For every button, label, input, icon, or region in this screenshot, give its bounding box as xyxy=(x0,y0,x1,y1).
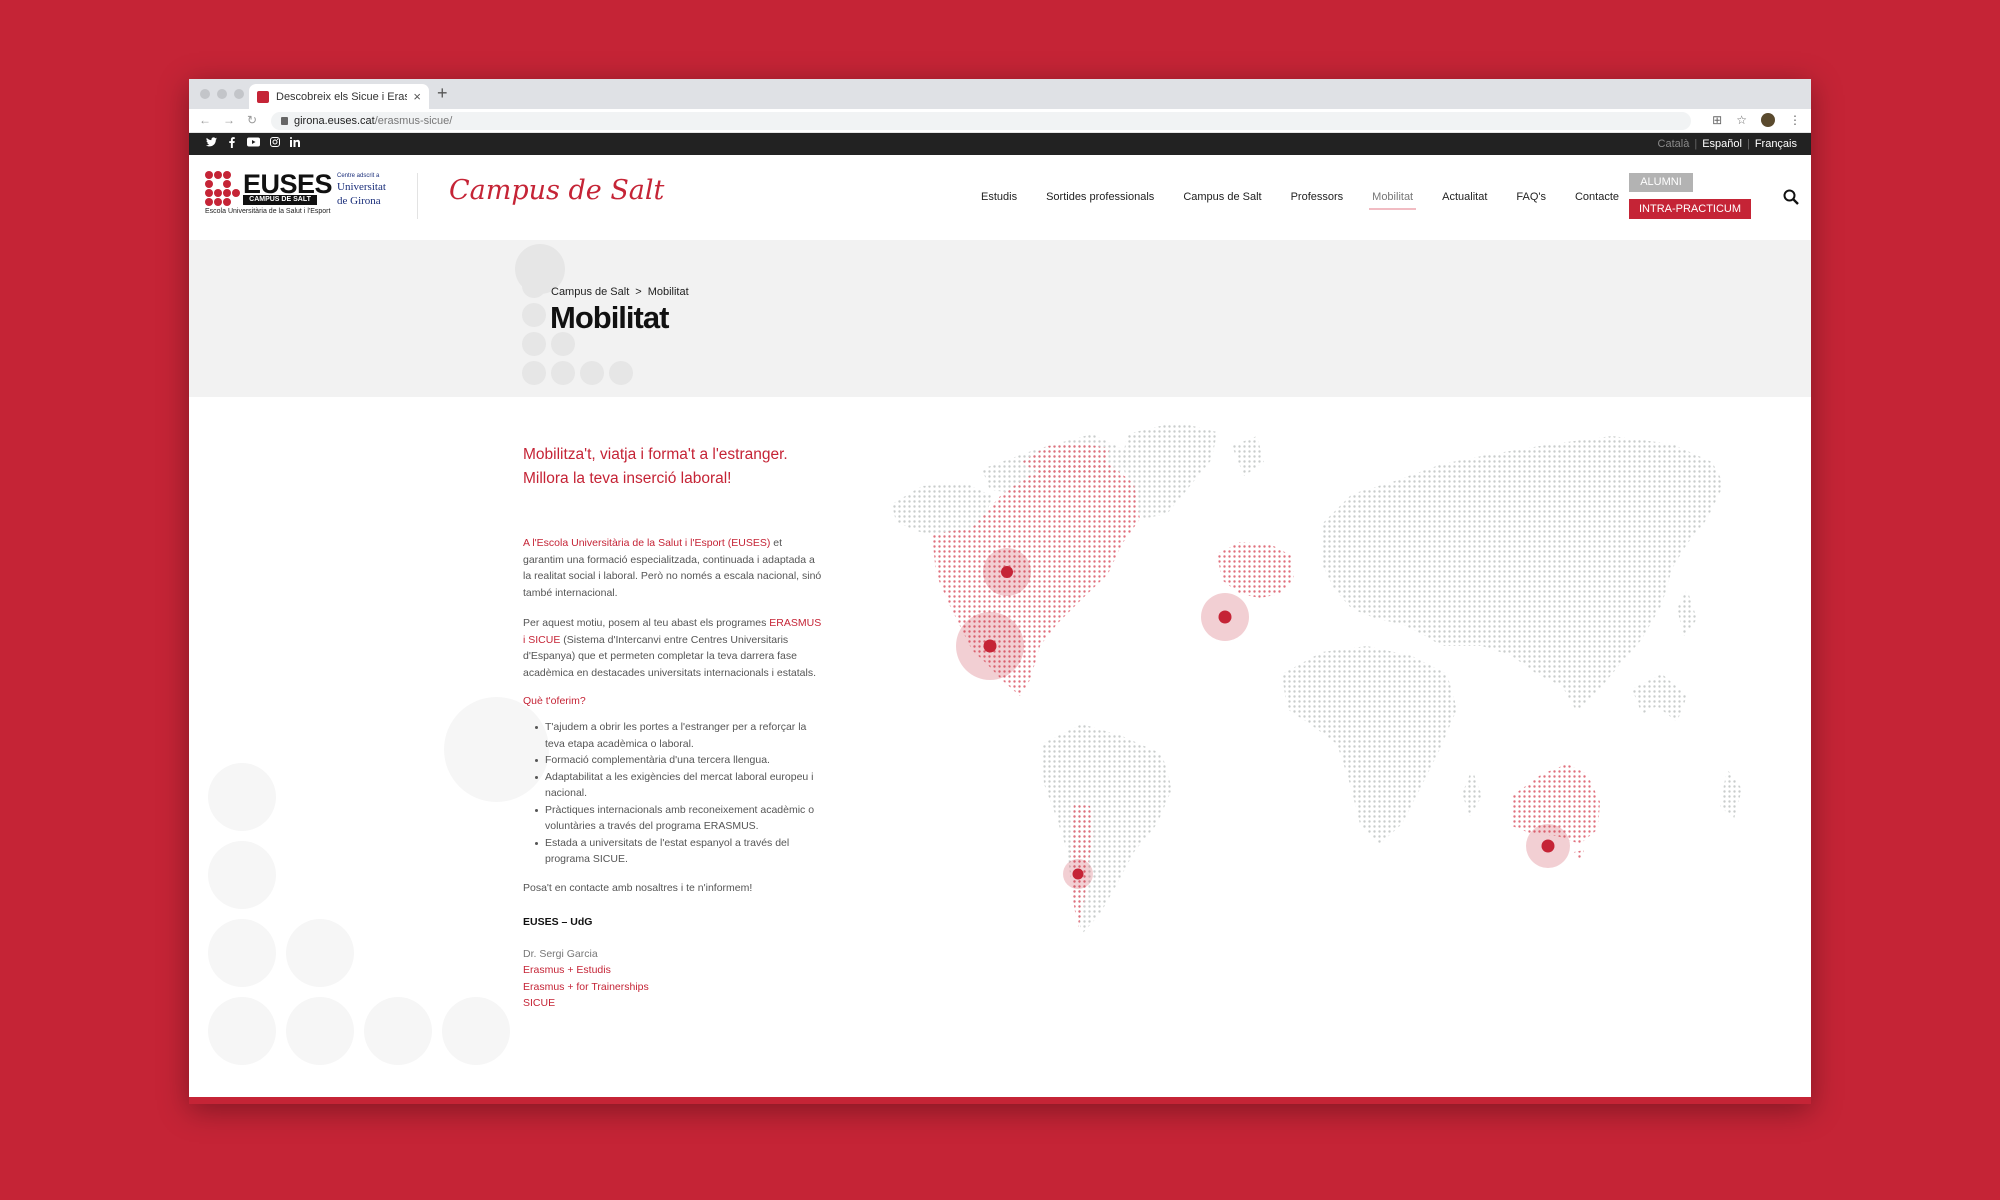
list-item: T'ajudem a obrir les portes a l'estrange… xyxy=(531,719,823,752)
footer-band xyxy=(189,1097,1811,1104)
page-title: Mobilitat xyxy=(550,300,669,335)
browser-menu-icon[interactable]: ⋮ xyxy=(1789,113,1801,127)
offers-heading: Què t'oferim? xyxy=(523,695,586,707)
page-hero: Campus de Salt > Mobilitat Mobilitat xyxy=(189,240,1811,397)
twitter-icon[interactable] xyxy=(206,137,217,151)
euses-dots-icon xyxy=(205,171,240,206)
udg-line2: de Girona xyxy=(337,195,381,207)
intra-practicum-button[interactable]: INTRA-PRACTICUM xyxy=(1629,199,1751,219)
site-header: EUSES CAMPUS DE SALT Escola Universitàri… xyxy=(189,155,1811,240)
nav-campus[interactable]: Campus de Salt xyxy=(1183,191,1261,203)
breadcrumb-current: Mobilitat xyxy=(647,286,689,298)
breadcrumb-campus[interactable]: Campus de Salt xyxy=(551,286,629,298)
browser-tab[interactable]: Descobreix els Sicue i Erasmus × xyxy=(249,84,429,109)
linkedin-icon[interactable] xyxy=(290,137,301,151)
main-content: Mobilitza't, viatja i forma't a l'estran… xyxy=(189,397,1811,1087)
list-item: Estada a universitats de l'estat espanyo… xyxy=(531,835,823,868)
language-switcher: Català | Español | Français xyxy=(1657,138,1797,150)
forward-icon[interactable]: → xyxy=(223,113,235,127)
close-tab-icon[interactable]: × xyxy=(413,89,421,104)
translate-icon[interactable]: ⊞ xyxy=(1712,113,1722,127)
map-marker-chile[interactable] xyxy=(1072,868,1084,880)
browser-window: Descobreix els Sicue i Erasmus × + ← → ↻… xyxy=(189,79,1811,1104)
map-marker-canada[interactable] xyxy=(1001,566,1013,578)
breadcrumb: Campus de Salt > Mobilitat xyxy=(551,286,689,298)
map-marker-australia[interactable] xyxy=(1541,839,1555,853)
facebook-icon[interactable] xyxy=(227,137,237,151)
nav-sortides[interactable]: Sortides professionals xyxy=(1046,191,1154,203)
search-icon[interactable] xyxy=(1783,189,1799,205)
url-host: girona.euses.cat xyxy=(294,115,375,127)
reload-icon[interactable]: ↻ xyxy=(247,113,257,127)
back-icon[interactable]: ← xyxy=(199,113,211,127)
programs-paragraph: Per aquest motiu, posem al teu abast els… xyxy=(523,617,822,679)
youtube-icon[interactable] xyxy=(247,137,260,151)
nav-faqs[interactable]: FAQ's xyxy=(1516,191,1546,203)
logo-subtitle: Escola Universitària de la Salut i l'Esp… xyxy=(205,208,331,215)
lang-francais[interactable]: Français xyxy=(1755,138,1797,150)
nav-mobilitat[interactable]: Mobilitat xyxy=(1369,191,1417,210)
erasmus-estudis-link[interactable]: Erasmus + Estudis xyxy=(523,962,823,979)
contact-text: Posa't en contacte amb nosaltres i te n'… xyxy=(523,881,753,894)
lang-catala[interactable]: Català xyxy=(1658,138,1690,150)
intro-paragraph: A l'Escola Universitària de la Salut i l… xyxy=(523,537,822,599)
list-item: Formació complementària d'una tercera ll… xyxy=(531,752,823,769)
intro-highlight[interactable]: A l'Escola Universitària de la Salut i l… xyxy=(523,537,770,549)
lang-espanol[interactable]: Español xyxy=(1702,138,1742,150)
bookmark-star-icon[interactable]: ☆ xyxy=(1736,113,1747,127)
list-item: Pràctiques internacionals amb reconeixem… xyxy=(531,802,823,835)
udg-small-text: Centre adscrit a xyxy=(337,173,380,179)
nav-estudis[interactable]: Estudis xyxy=(981,191,1017,203)
nav-actualitat[interactable]: Actualitat xyxy=(1442,191,1487,203)
udg-line1: Universitat xyxy=(337,181,386,193)
browser-tabbar: Descobreix els Sicue i Erasmus × + xyxy=(189,79,1811,109)
erasmus-trainerships-link[interactable]: Erasmus + for Trainerships xyxy=(523,979,823,996)
text-column: Mobilitza't, viatja i forma't a l'estran… xyxy=(523,443,823,1012)
window-controls[interactable] xyxy=(200,89,244,99)
map-marker-usa[interactable] xyxy=(983,639,997,653)
instagram-icon[interactable] xyxy=(270,137,280,151)
campus-title[interactable]: Campus de Salt xyxy=(449,175,664,206)
org-name: EUSES – UdG xyxy=(523,915,593,928)
main-navigation: Estudis Sortides professionals Campus de… xyxy=(981,191,1619,210)
new-tab-button[interactable]: + xyxy=(437,83,448,104)
favicon-icon xyxy=(257,90,269,103)
alumni-button[interactable]: ALUMNI xyxy=(1629,173,1693,192)
social-language-bar: Català | Español | Français xyxy=(189,133,1811,155)
udg-logo[interactable]: Centre adscrit a Universitat de Girona xyxy=(337,173,386,207)
list-item: Adaptabilitat a les exigències del merca… xyxy=(531,769,823,802)
sicue-link[interactable]: SICUE xyxy=(523,995,823,1012)
offers-list: T'ajudem a obrir les portes a l'estrange… xyxy=(523,719,823,868)
program-links: Erasmus + Estudis Erasmus + for Trainers… xyxy=(523,962,823,1012)
lock-icon xyxy=(281,117,288,125)
map-marker-europe[interactable] xyxy=(1218,610,1232,624)
header-divider xyxy=(417,173,418,219)
lead-text: Mobilitza't, viatja i forma't a l'estran… xyxy=(523,446,788,487)
logo-campus: CAMPUS DE SALT xyxy=(243,195,317,205)
nav-contacte[interactable]: Contacte xyxy=(1575,191,1619,203)
world-map xyxy=(892,424,1742,934)
tab-title: Descobreix els Sicue i Erasmus xyxy=(276,90,408,103)
profile-avatar[interactable] xyxy=(1761,113,1775,127)
address-bar-row: ← → ↻ girona.euses.cat/erasmus-sicue/ ⊞ … xyxy=(189,109,1811,133)
contact-person: Dr. Sergi Garcia xyxy=(523,947,598,960)
nav-professors[interactable]: Professors xyxy=(1291,191,1344,203)
url-path: /erasmus-sicue/ xyxy=(374,115,453,127)
url-input[interactable]: girona.euses.cat/erasmus-sicue/ xyxy=(271,112,1691,130)
